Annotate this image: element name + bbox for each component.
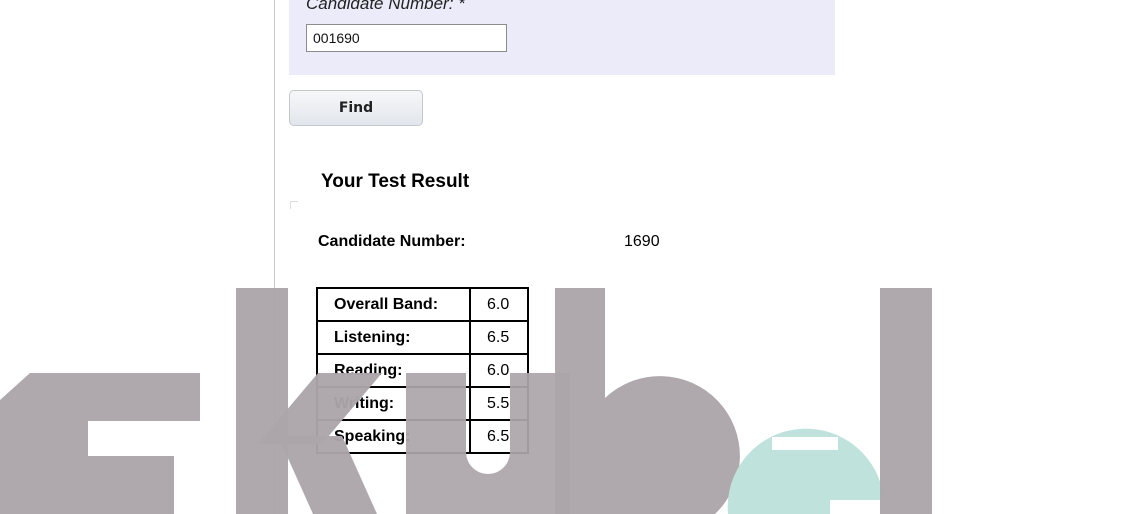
- result-heading: Your Test Result: [321, 171, 470, 192]
- find-button[interactable]: Find: [289, 90, 423, 126]
- score-label: Writing:: [316, 386, 471, 421]
- score-row-reading: Reading: 6.0: [316, 353, 529, 388]
- corner-mark: [290, 201, 298, 209]
- score-value: 6.5: [469, 320, 529, 355]
- skubel-watermark: [0, 288, 932, 514]
- watermark-letter-l: [880, 288, 932, 514]
- score-table: Overall Band: 6.0 Listening: 6.5 Reading…: [316, 287, 529, 454]
- score-label: Listening:: [316, 320, 471, 355]
- score-label: Speaking:: [316, 419, 471, 454]
- watermark-letter-e: [727, 428, 884, 514]
- candidate-number-label: Candidate Number: *: [306, 0, 465, 13]
- result-candidate-label: Candidate Number:: [318, 233, 466, 250]
- score-value: 5.5: [469, 386, 529, 421]
- score-row-listening: Listening: 6.5: [316, 320, 529, 355]
- result-candidate-value: 1690: [624, 233, 660, 250]
- score-value: 6.5: [469, 419, 529, 454]
- candidate-number-input[interactable]: [306, 24, 507, 52]
- left-divider: [274, 0, 275, 514]
- watermark-letter-s: [0, 373, 200, 514]
- score-label: Reading:: [316, 353, 471, 388]
- score-label: Overall Band:: [316, 287, 471, 322]
- score-row-speaking: Speaking: 6.5: [316, 419, 529, 454]
- watermark-letter-b: [555, 288, 740, 514]
- score-value: 6.0: [469, 287, 529, 322]
- score-row-writing: Writing: 5.5: [316, 386, 529, 421]
- score-value: 6.0: [469, 353, 529, 388]
- score-row-overall: Overall Band: 6.0: [316, 287, 529, 322]
